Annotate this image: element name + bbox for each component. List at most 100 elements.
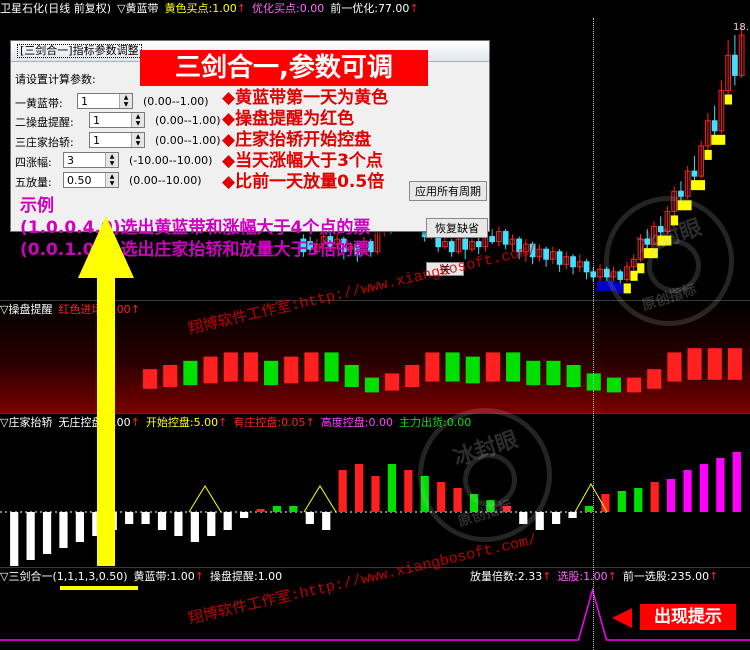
example-line: (0.0.1.0.3)选出庄家抬轿和放量大于3倍的票 xyxy=(20,240,371,260)
note-line: ◆当天涨幅大于3个点 xyxy=(222,151,383,171)
banker-bar xyxy=(272,506,282,512)
param-spinner[interactable]: 3 ▲ ▼ xyxy=(63,152,119,168)
param-range: (0.00--1.00) xyxy=(155,134,221,147)
op-bar xyxy=(445,352,460,382)
param-spinner[interactable]: 1 ▲ ▼ xyxy=(89,112,145,128)
band-segment xyxy=(596,280,604,291)
op-bar xyxy=(727,348,742,380)
banker-bar xyxy=(584,506,594,512)
banker-bar xyxy=(256,509,265,512)
candle-body xyxy=(691,170,698,177)
param-range: (0.00--10.00) xyxy=(129,174,202,187)
spinner-arrows-icon[interactable]: ▲ ▼ xyxy=(131,133,144,147)
op-bar xyxy=(485,352,500,382)
overlay-title: 三剑合一,参数可调 xyxy=(140,50,428,86)
banker-bar xyxy=(716,458,725,512)
banker-bar xyxy=(568,512,577,518)
op-bar xyxy=(264,360,279,386)
banker-bar xyxy=(732,452,741,512)
banker-bar xyxy=(289,506,298,512)
op-bar xyxy=(385,373,400,391)
control-marker xyxy=(303,485,337,513)
candle-body xyxy=(543,248,549,260)
banker-bar xyxy=(75,512,85,542)
param-range: (-10.00--10.00) xyxy=(129,154,213,167)
param-spinner[interactable]: 1 ▲ ▼ xyxy=(77,93,133,109)
banker-bar xyxy=(666,479,676,512)
param-spinner[interactable]: 0.50 ▲ ▼ xyxy=(63,172,119,188)
control-marker xyxy=(188,485,222,513)
spinner-arrows-icon[interactable]: ▲ ▼ xyxy=(105,153,118,167)
op-bar xyxy=(627,377,642,393)
banker-bar xyxy=(322,512,331,530)
param-label: 三庄家抬轿: xyxy=(15,136,74,149)
banker-bar xyxy=(371,476,380,512)
op-bar xyxy=(546,360,561,386)
spinner-arrows-icon[interactable]: ▲ ▼ xyxy=(131,113,144,127)
candle-body xyxy=(678,190,684,197)
candle-body xyxy=(583,261,590,273)
banker-bar xyxy=(552,512,561,524)
banker-bar xyxy=(617,491,626,512)
param-label: 一黄蓝带: xyxy=(15,97,63,110)
watermark-stamp: 冰封眼 原创指标 xyxy=(604,196,734,326)
note-line: ◆比前一天放量0.5倍 xyxy=(222,172,385,192)
candle-body xyxy=(570,256,576,268)
op-bar xyxy=(707,348,722,380)
banker-bar xyxy=(699,464,709,512)
candle-body xyxy=(732,54,738,76)
watermark-stamp: 冰封眼 原创指标 xyxy=(418,408,552,542)
op-bar xyxy=(304,352,319,382)
op-bar xyxy=(687,348,702,380)
example-line: (1.0.0.4.0)选出黄蓝带和涨幅大于4个点的票 xyxy=(20,218,371,238)
banker-panel: ▽庄家抬轿 无庄控盘:0.00↑ 开始控盘:5.00↑ 有庄控盘:0.05↑ 高度控盘:… xyxy=(0,414,750,567)
restore-default-button[interactable]: 恢复缺省 xyxy=(426,218,488,238)
banker-bar xyxy=(240,512,249,518)
banker-bar xyxy=(387,464,397,512)
apply-all-periods-button[interactable]: 应用所有周期 xyxy=(409,181,487,201)
banker-bar xyxy=(683,470,692,512)
banker-bar xyxy=(174,512,183,536)
select-signal-line xyxy=(0,587,750,641)
banker-bar xyxy=(125,512,134,524)
crosshair-line xyxy=(593,18,594,650)
param-spinner[interactable]: 1 ▲ ▼ xyxy=(89,132,145,148)
spinner-arrows-icon[interactable]: ▲ ▼ xyxy=(105,173,118,187)
note-line: ◆庄家抬轿开始控盘 xyxy=(222,130,372,150)
banker-bar xyxy=(42,512,52,554)
candle-body xyxy=(475,241,482,248)
param-range: (0.00--1.00) xyxy=(143,95,209,108)
band-segment xyxy=(718,134,726,145)
op-bar xyxy=(203,356,218,384)
op-bar xyxy=(667,352,682,382)
banker-bar xyxy=(26,512,35,560)
op-bar xyxy=(183,360,198,386)
candle-body xyxy=(502,231,509,245)
op-bar xyxy=(163,365,178,387)
signal-tip: 出现提示 xyxy=(640,604,736,630)
note-line: ◆黄蓝带第一天为黄色 xyxy=(222,88,389,108)
op-bar xyxy=(324,352,339,382)
op-bar xyxy=(465,356,480,384)
band-segment xyxy=(697,180,706,191)
band-segment xyxy=(711,134,719,145)
op-bar xyxy=(647,369,662,389)
banker-bar xyxy=(338,470,347,512)
banker-bar xyxy=(207,512,216,536)
banker-bar xyxy=(92,512,101,536)
candle-body xyxy=(462,238,469,250)
banker-bar-chart[interactable] xyxy=(0,414,750,567)
op-bar xyxy=(143,369,158,389)
op-bar xyxy=(566,365,581,387)
spinner-arrows-icon[interactable]: ▲ ▼ xyxy=(119,94,132,108)
banker-bar xyxy=(650,482,659,512)
candle-body xyxy=(711,120,718,132)
example-title: 示例 xyxy=(20,196,54,216)
param-range: (0.00--1.00) xyxy=(155,114,221,127)
param-label: 二操盘提醒: xyxy=(15,116,74,129)
banker-bar xyxy=(190,512,199,542)
banker-bar xyxy=(157,512,167,530)
candle-body xyxy=(448,241,455,253)
op-bar xyxy=(425,352,440,382)
banker-bar xyxy=(108,512,117,530)
